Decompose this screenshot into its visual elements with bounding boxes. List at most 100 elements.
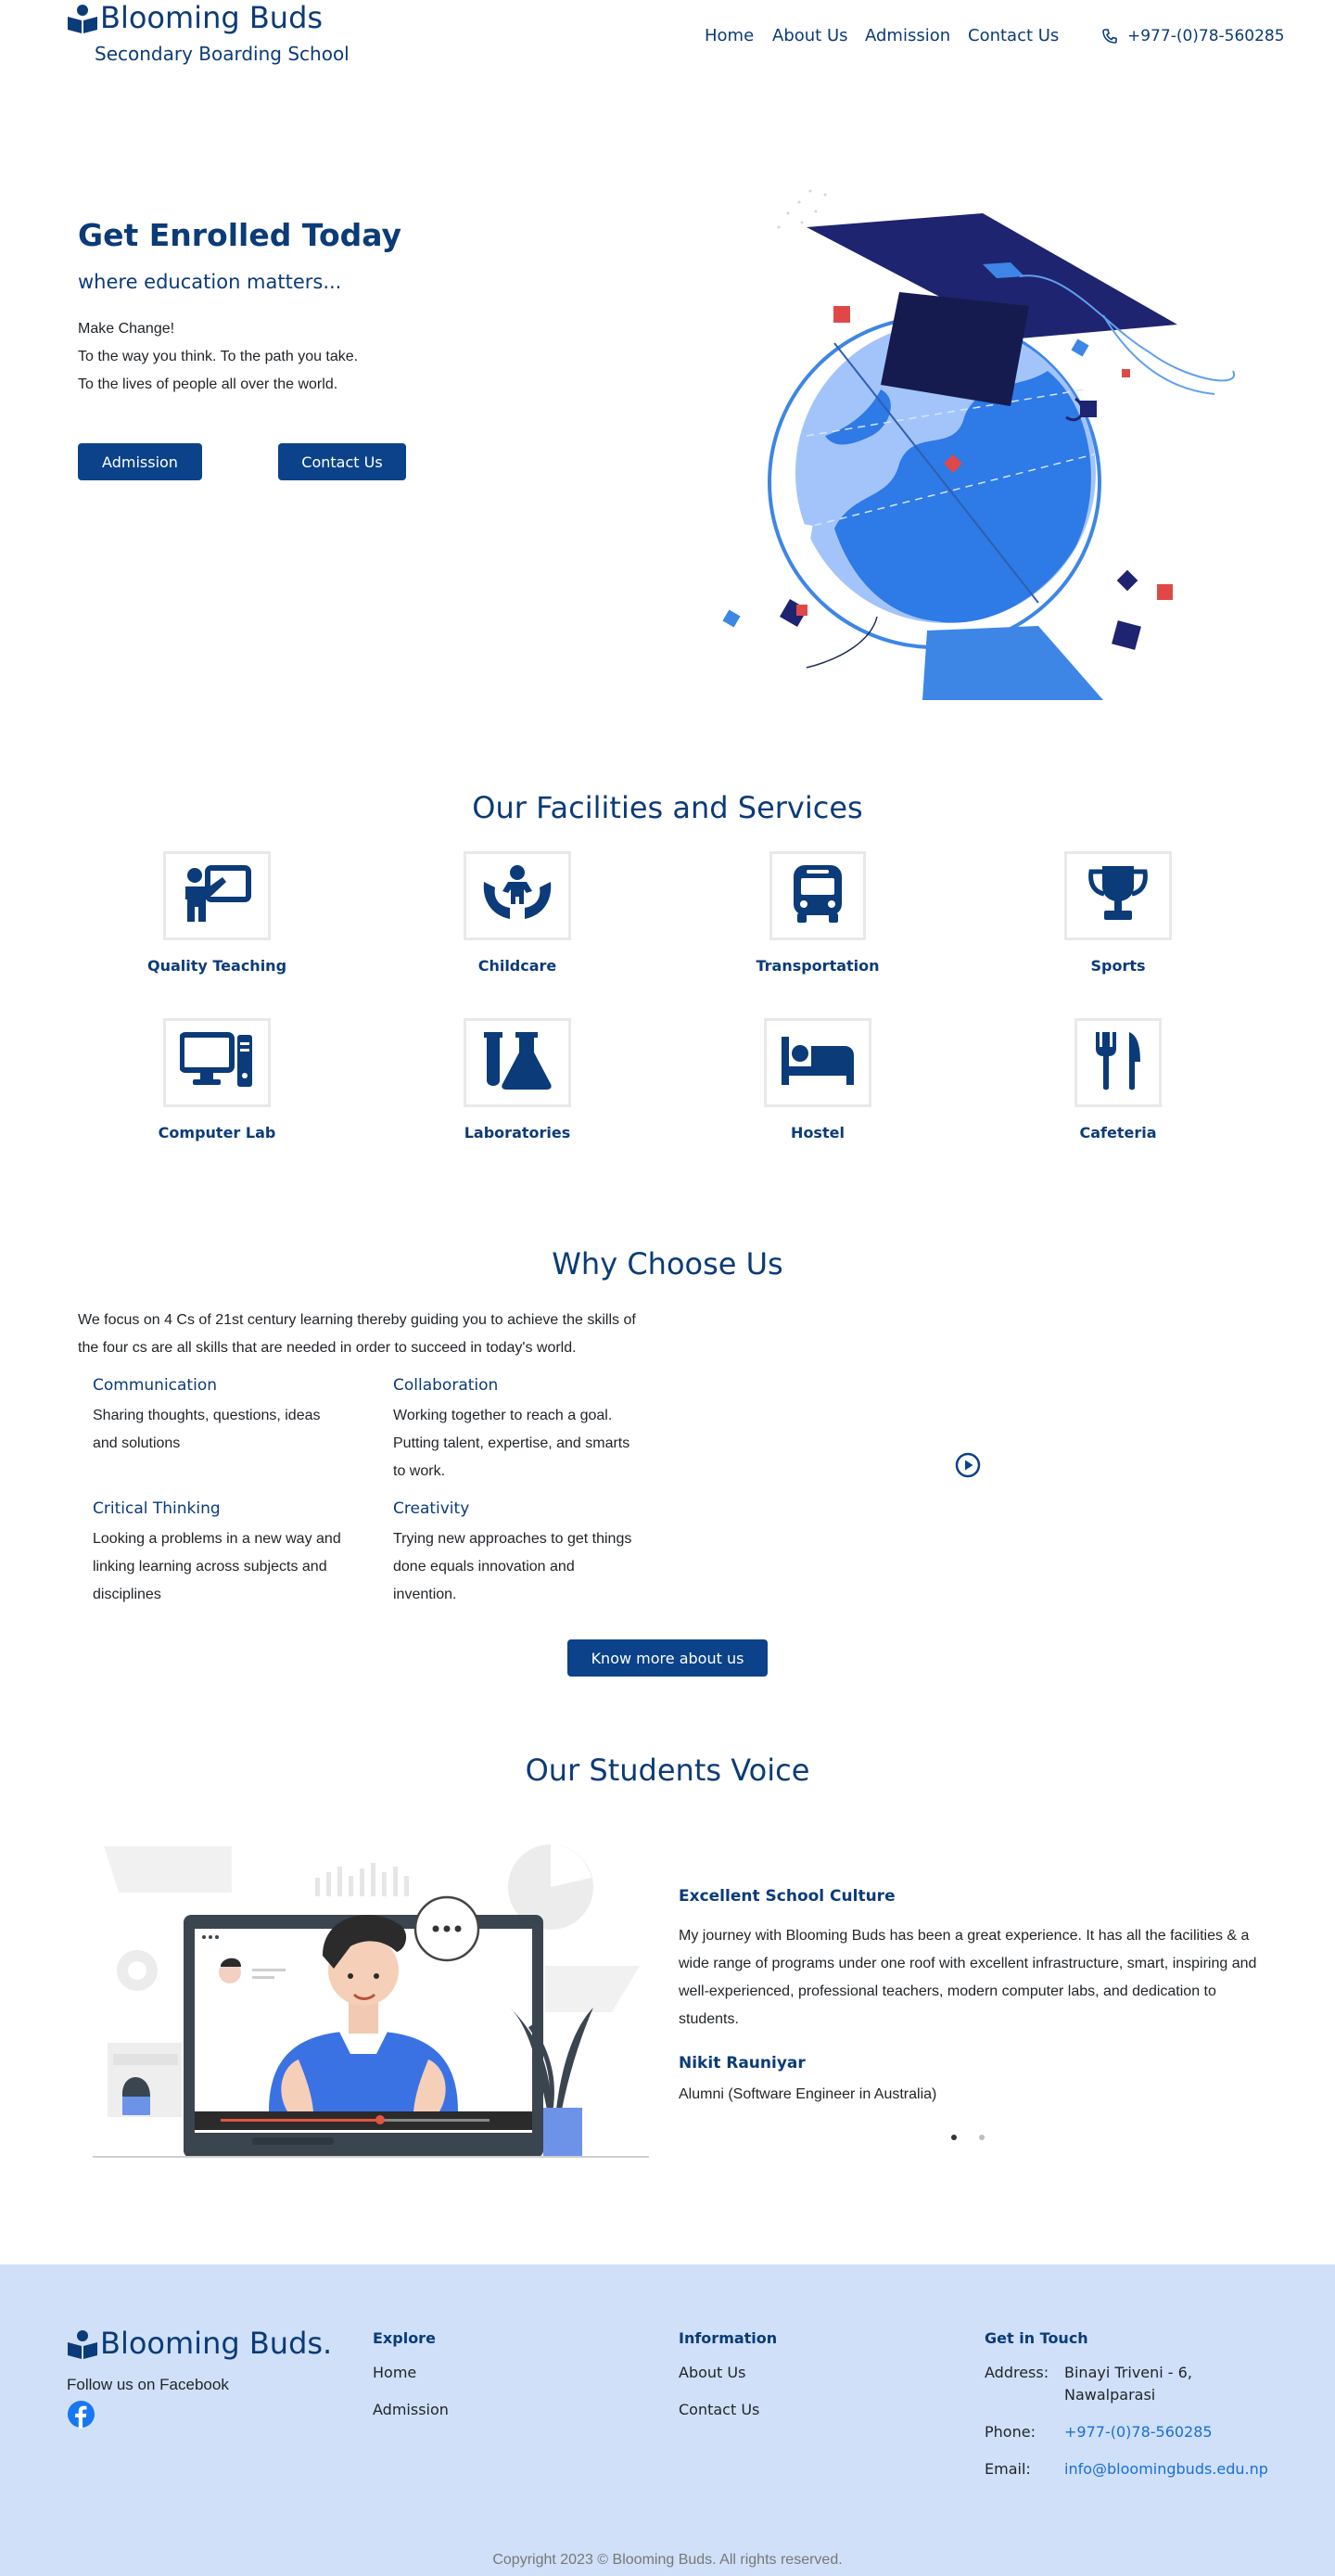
- facility-sports[interactable]: Sports: [988, 851, 1248, 975]
- hero-globe-illustration: [714, 158, 1252, 714]
- address-line-2: Nawalparasi: [1064, 2386, 1156, 2404]
- why-intro-2: the four cs are all skills that are need…: [78, 1340, 577, 1356]
- why-item-text: invention.: [393, 1587, 457, 1602]
- why-item-text: to work.: [393, 1463, 446, 1479]
- footer-explore-title: Explore: [373, 2329, 436, 2347]
- footer-link-home[interactable]: Home: [373, 2364, 416, 2381]
- facility-label: Laboratories: [464, 1124, 571, 1141]
- testimonial-quote-line: well-experienced, professional teachers,…: [679, 1983, 1216, 1999]
- footer-link-about-us[interactable]: About Us: [679, 2364, 745, 2381]
- facility-label: Quality Teaching: [146, 957, 287, 975]
- why-item-text: and solutions: [93, 1435, 181, 1451]
- address-line-1: Binayi Triveni - 6,: [1064, 2364, 1192, 2381]
- teacher-icon: [182, 864, 252, 927]
- why-item-text: done equals innovation and: [393, 1559, 575, 1575]
- childcare-hands-icon: [480, 863, 554, 928]
- copyright: Copyright 2023 © Blooming Buds. All righ…: [492, 2552, 843, 2568]
- play-video-icon[interactable]: [955, 1452, 981, 1482]
- facility-transportation[interactable]: Transportation: [688, 851, 947, 975]
- facility-laboratories[interactable]: Laboratories: [388, 1018, 647, 1141]
- testimonial-quote-line: My journey with Blooming Buds has been a…: [679, 1928, 1250, 1944]
- facilities-title: Our Facilities and Services: [472, 790, 863, 825]
- footer-information-title: Information: [679, 2329, 778, 2347]
- facility-icon-box: [764, 1018, 871, 1107]
- header-phone[interactable]: +977-(0)78-560285: [1127, 27, 1285, 45]
- why-title: Why Choose Us: [552, 1246, 783, 1282]
- carousel-dot[interactable]: [979, 2135, 985, 2140]
- nav-home[interactable]: Home: [705, 26, 754, 45]
- footer-brand[interactable]: Blooming Buds.: [100, 2326, 332, 2361]
- facility-icon-box: [163, 851, 271, 940]
- facebook-icon[interactable]: [67, 2400, 95, 2432]
- facility-label: Childcare: [477, 957, 557, 975]
- why-item-text: disciplines: [93, 1587, 161, 1602]
- facility-label: Cafeteria: [1079, 1124, 1157, 1141]
- hero-line-3: To the lives of people all over the worl…: [78, 376, 338, 392]
- footer-follow-text: Follow us on Facebook: [67, 2376, 229, 2393]
- why-item-title: Collaboration: [393, 1376, 499, 1395]
- footer-contact-title: Get in Touch: [985, 2329, 1088, 2347]
- why-item-text: Sharing thoughts, questions, ideas: [93, 1408, 321, 1423]
- testimonial-heading: Excellent School Culture: [679, 1887, 896, 1906]
- brand-name[interactable]: Blooming Buds: [100, 0, 323, 35]
- site-footer: Blooming Buds. Follow us on Facebook Exp…: [0, 2264, 1335, 2576]
- testimonial-role: Alumni (Software Engineer in Australia): [679, 2086, 937, 2102]
- facility-computer-lab[interactable]: Computer Lab: [87, 1018, 347, 1141]
- why-item-title: Communication: [93, 1376, 217, 1395]
- facility-icon-box: [769, 851, 866, 940]
- facility-childcare[interactable]: Childcare: [388, 851, 647, 975]
- phone-label: Phone:: [985, 2423, 1036, 2441]
- testimonial-quote-line: wide range of programs under one roof wi…: [679, 1956, 1257, 1971]
- footer-link-contact-us[interactable]: Contact Us: [679, 2401, 759, 2418]
- why-item-text: Working together to reach a goal.: [393, 1408, 613, 1423]
- know-more-button[interactable]: Know more about us: [567, 1639, 768, 1677]
- facility-cafeteria[interactable]: Cafeteria: [988, 1018, 1248, 1141]
- bus-icon: [790, 863, 846, 928]
- voice-title: Our Students Voice: [525, 1753, 810, 1788]
- why-item-text: Looking a problems in a new way and: [93, 1531, 341, 1547]
- hero-line-2: To the way you think. To the path you ta…: [78, 349, 359, 364]
- facility-icon-box: [464, 851, 571, 940]
- facility-hostel[interactable]: Hostel: [688, 1018, 947, 1141]
- utensils-icon: [1092, 1030, 1144, 1095]
- facility-icon-box: [1064, 851, 1172, 940]
- nav-about-us[interactable]: About Us: [772, 26, 848, 45]
- footer-phone-link[interactable]: +977-(0)78-560285: [1064, 2423, 1213, 2441]
- brand-tagline: Secondary Boarding School: [95, 43, 350, 65]
- testimonial-author: Nikit Rauniyar: [679, 2054, 806, 2072]
- hero-line-1: Make Change!: [78, 321, 175, 337]
- nav-admission[interactable]: Admission: [865, 26, 950, 45]
- facility-icon-box: [163, 1018, 271, 1107]
- student-video-illustration: [93, 1841, 649, 2165]
- why-item-title: Creativity: [393, 1499, 470, 1518]
- why-item-text: Putting talent, expertise, and smarts: [393, 1435, 630, 1451]
- phone-icon: [1102, 29, 1117, 47]
- hero-title: Get Enrolled Today: [78, 217, 402, 253]
- carousel-dot-active[interactable]: [951, 2135, 957, 2140]
- book-reader-logo-icon[interactable]: [66, 2329, 99, 2363]
- book-reader-logo-icon[interactable]: [66, 4, 99, 37]
- why-item-text: Trying new approaches to get things: [393, 1531, 632, 1547]
- facility-label: Sports: [1090, 957, 1146, 975]
- footer-email-link[interactable]: info@bloomingbuds.edu.np: [1064, 2460, 1268, 2478]
- flask-icon: [480, 1030, 554, 1095]
- why-intro-1: We focus on 4 Cs of 21st century learnin…: [78, 1312, 636, 1328]
- computer-icon: [179, 1031, 254, 1094]
- bed-icon: [780, 1035, 856, 1090]
- facility-label: Transportation: [756, 957, 880, 975]
- why-item-text: linking learning across subjects and: [93, 1559, 327, 1575]
- site-header: Blooming Buds Secondary Boarding School …: [0, 0, 1335, 74]
- email-label: Email:: [985, 2460, 1031, 2478]
- footer-link-admission[interactable]: Admission: [373, 2401, 449, 2418]
- facility-label: Hostel: [791, 1124, 845, 1141]
- nav-contact-us[interactable]: Contact Us: [968, 26, 1059, 45]
- facility-icon-box: [464, 1018, 571, 1107]
- contact-us-button[interactable]: Contact Us: [278, 443, 406, 480]
- address-label: Address:: [985, 2364, 1049, 2381]
- why-item-title: Critical Thinking: [93, 1499, 221, 1518]
- testimonial-quote-line: students.: [679, 2011, 739, 2027]
- admission-button[interactable]: Admission: [78, 443, 202, 480]
- facility-quality-teaching[interactable]: Quality Teaching: [87, 851, 347, 975]
- hero-subtitle: where education matters...: [78, 271, 342, 293]
- trophy-icon: [1086, 864, 1151, 927]
